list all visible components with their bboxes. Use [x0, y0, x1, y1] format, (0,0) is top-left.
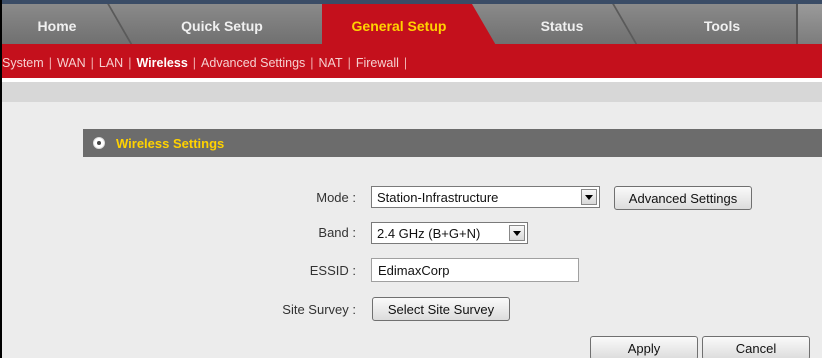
section-title: Wireless Settings: [116, 135, 225, 151]
chevron-down-icon[interactable]: [581, 189, 597, 205]
subnav-separator: |: [192, 55, 197, 70]
content-top-band: [2, 82, 822, 102]
subnav-separator: |: [48, 55, 52, 70]
tab-status[interactable]: Status: [492, 4, 632, 47]
subnav-separator: |: [403, 55, 408, 70]
essid-label: ESSID :: [309, 263, 356, 278]
subnav-lan[interactable]: LAN: [99, 56, 123, 70]
subnav-separator: |: [128, 55, 132, 70]
section-header: Wireless Settings: [83, 129, 822, 157]
sub-navigation: System | WAN | LAN | Wireless | Advanced…: [2, 47, 822, 78]
tab-general-setup[interactable]: General Setup: [322, 4, 497, 47]
subnav-separator: |: [90, 55, 94, 70]
subnav-wan[interactable]: WAN: [57, 56, 86, 70]
band-label: Band :: [318, 225, 356, 240]
tab-home[interactable]: Home: [2, 4, 112, 47]
chevron-down-icon[interactable]: [509, 225, 525, 241]
band-select[interactable]: 2.4 GHz (B+G+N): [371, 222, 528, 244]
subnav-firewall[interactable]: Firewall: [356, 56, 399, 70]
tab-tools[interactable]: Tools: [652, 4, 792, 47]
band-select-value: 2.4 GHz (B+G+N): [377, 225, 481, 241]
subnav-separator: |: [310, 55, 314, 70]
subnav-advanced-settings[interactable]: Advanced Settings: [201, 56, 305, 70]
tab-bar-edge: [798, 4, 822, 47]
tab-quick-setup[interactable]: Quick Setup: [152, 4, 292, 47]
window-left-border: [0, 0, 2, 358]
site-survey-label: Site Survey :: [282, 302, 356, 317]
select-site-survey-button[interactable]: Select Site Survey: [372, 297, 510, 321]
subnav-wireless[interactable]: Wireless: [136, 56, 187, 70]
subnav-nat[interactable]: NAT: [319, 56, 343, 70]
mode-select-value: Station-Infrastructure: [377, 189, 499, 205]
subnav-separator: |: [347, 55, 351, 70]
advanced-settings-button[interactable]: Advanced Settings: [614, 186, 752, 210]
apply-button[interactable]: Apply: [590, 336, 698, 358]
main-tab-bar: Home Quick Setup General Setup Status To…: [2, 4, 822, 47]
mode-label: Mode :: [316, 190, 356, 205]
radio-bullet-icon: [93, 137, 105, 149]
cancel-button[interactable]: Cancel: [702, 336, 810, 358]
mode-select[interactable]: Station-Infrastructure: [371, 186, 600, 208]
subnav-system[interactable]: System: [2, 56, 44, 70]
essid-input[interactable]: EdimaxCorp: [371, 258, 579, 282]
router-admin-page: Home Quick Setup General Setup Status To…: [0, 0, 822, 358]
